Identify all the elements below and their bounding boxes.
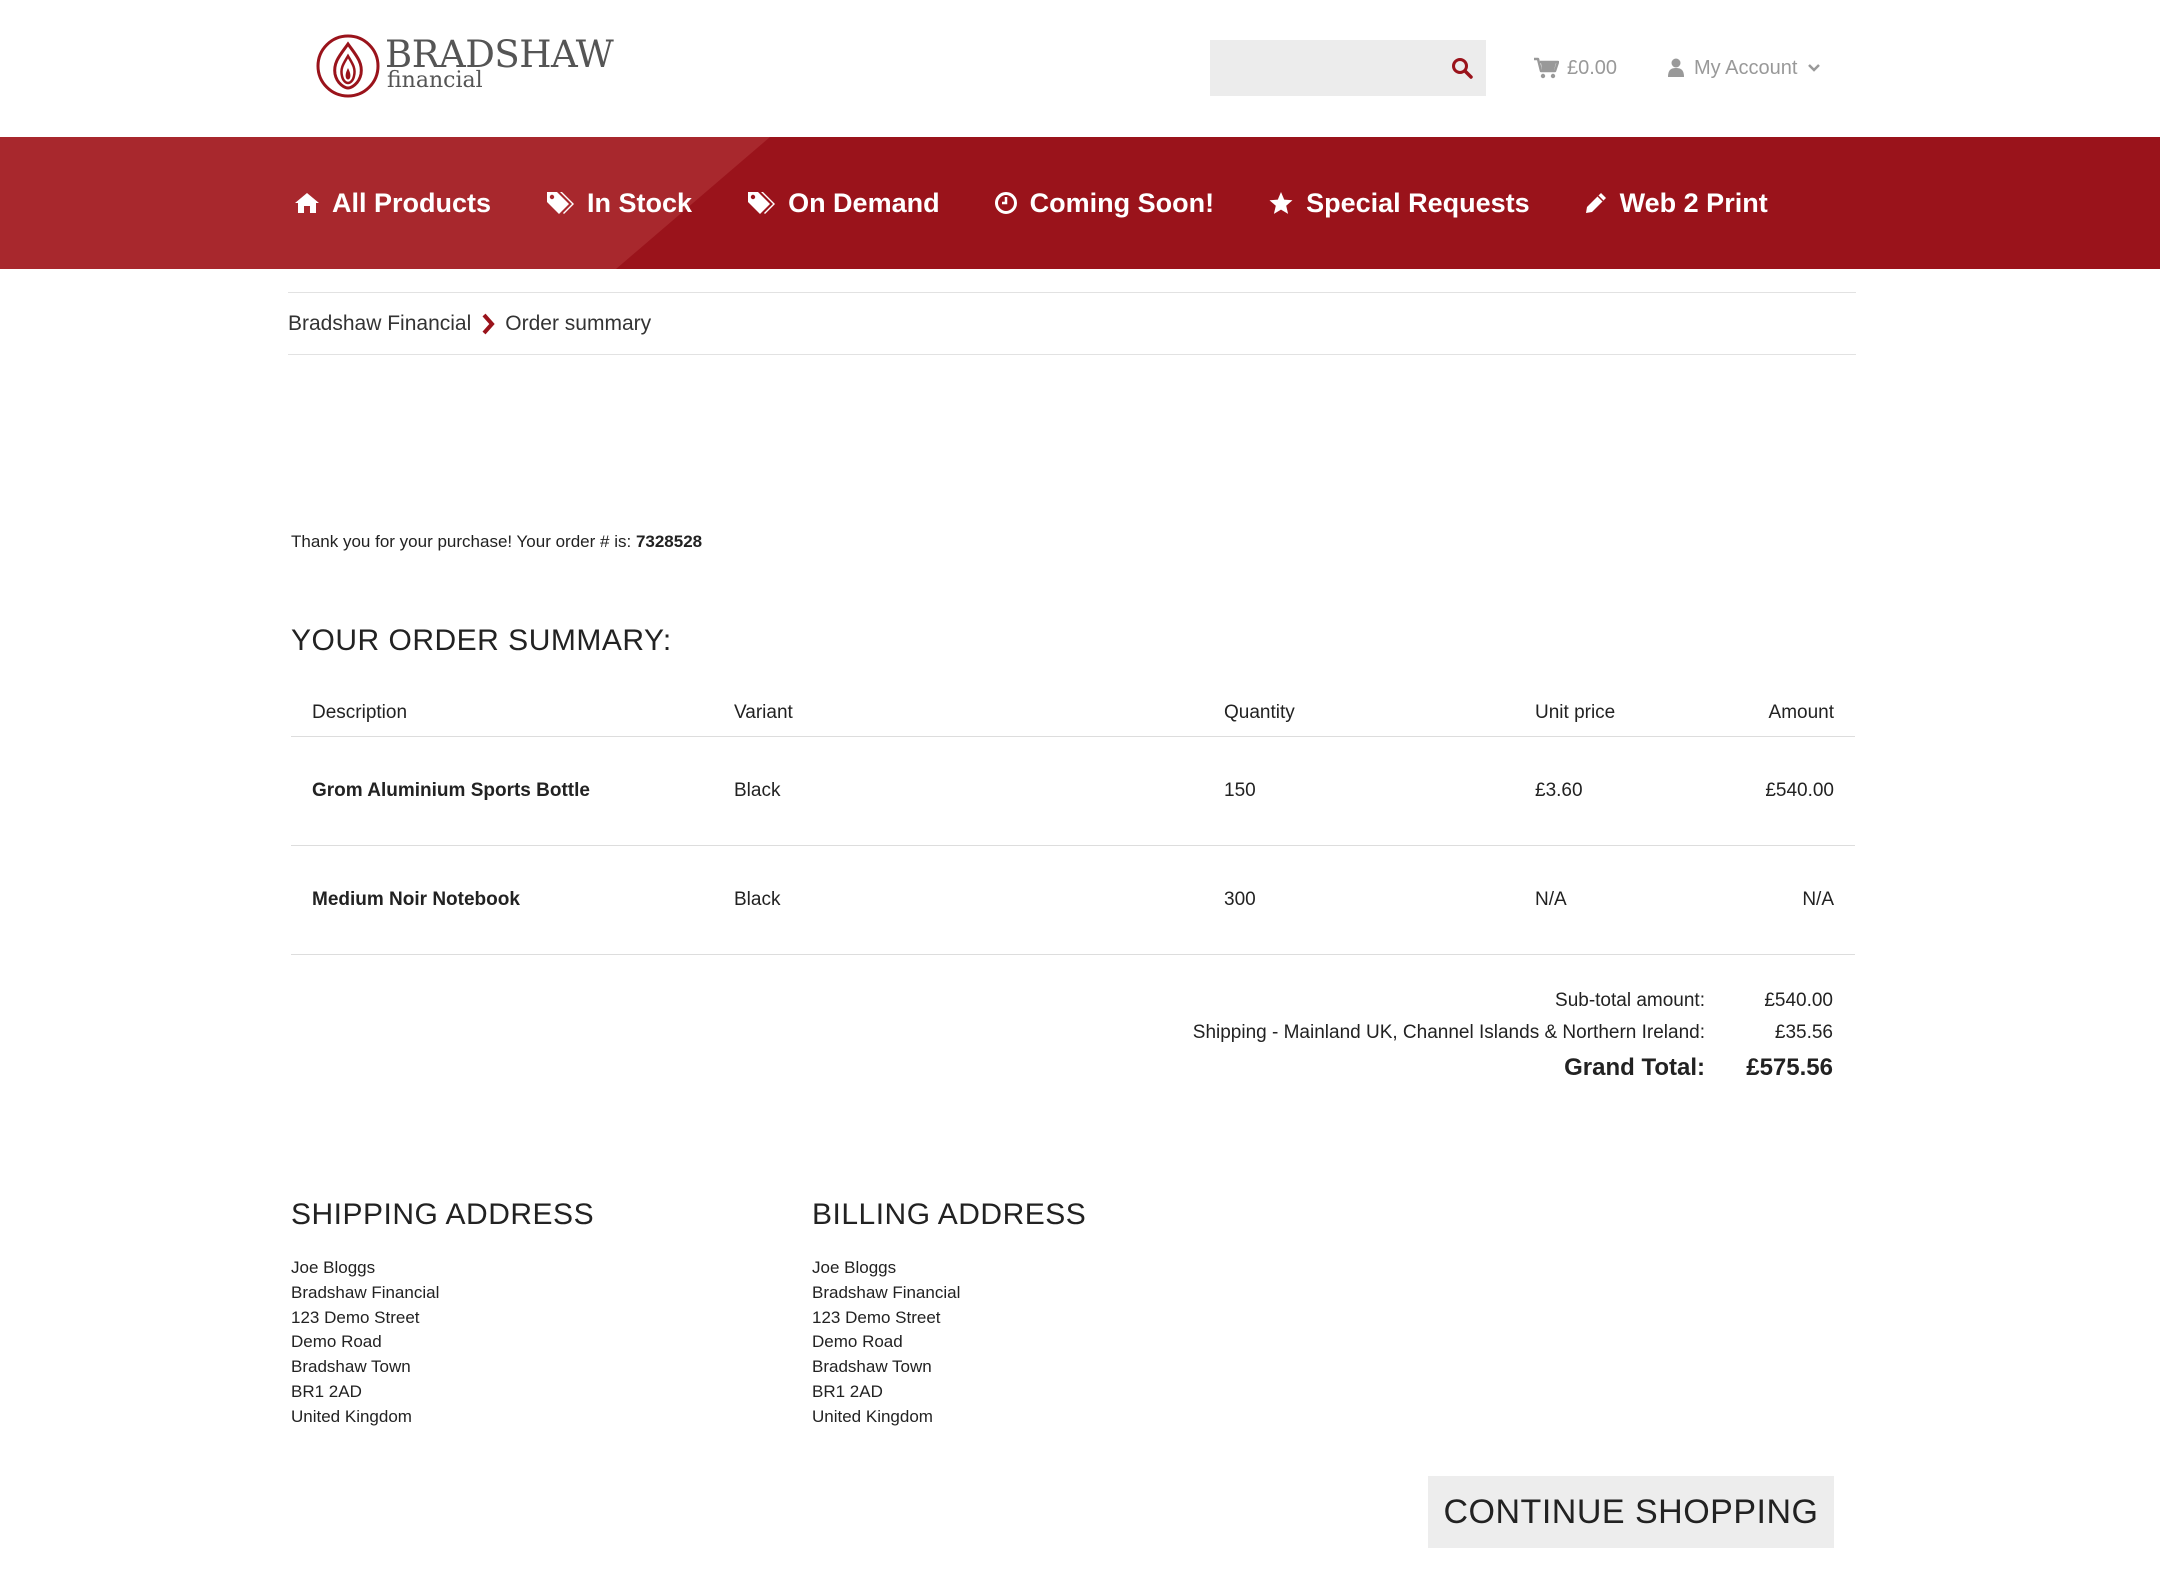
billing-address-title: BILLING ADDRESS [812, 1198, 1087, 1231]
nav-item-in-stock[interactable]: In Stock [545, 188, 692, 219]
search-icon[interactable] [1450, 56, 1474, 80]
item-amount: N/A [1735, 845, 1855, 955]
tags-icon [547, 192, 575, 214]
grand-total-label: Grand Total: [1564, 1054, 1705, 1081]
address-line: Joe Bloggs [812, 1258, 897, 1277]
item-unit-price: N/A [1535, 845, 1735, 955]
item-amount: £540.00 [1735, 736, 1855, 846]
nav-item-label: Special Requests [1306, 187, 1530, 218]
order-items-table: Description Variant Quantity Unit price … [291, 690, 1855, 955]
cart-icon [1534, 57, 1559, 79]
nav-item-label: Web 2 Print [1619, 187, 1768, 218]
nav-item-special-requests[interactable]: Special Requests [1268, 188, 1530, 219]
shipping-address: SHIPPING ADDRESS Joe Bloggs Bradshaw Fin… [291, 1198, 594, 1430]
table-header-row: Description Variant Quantity Unit price … [291, 690, 1855, 737]
address-line: Bradshaw Town [291, 1357, 411, 1377]
nav-item-label: In Stock [587, 187, 693, 218]
address-line: Bradshaw Financial [812, 1282, 961, 1302]
tags-icon [748, 192, 776, 214]
item-description: Grom Aluminium Sports Bottle [291, 736, 734, 846]
home-icon [295, 193, 319, 213]
subtotal-value: £540.00 [1764, 990, 1833, 1011]
site-header: BRADSHAW financial £0.00 My Account [0, 0, 2160, 137]
clock-icon [994, 192, 1017, 214]
item-quantity: 150 [1224, 736, 1535, 846]
column-header-variant: Variant [734, 690, 1224, 737]
breadcrumb-current: Order summary [505, 311, 652, 335]
search-bar [1210, 40, 1486, 96]
chevron-down-icon [1808, 64, 1821, 72]
address-line: BR1 2AD [812, 1381, 883, 1401]
item-unit-price: £3.60 [1535, 736, 1735, 846]
cart-total: £0.00 [1567, 56, 1618, 79]
address-line: United Kingdom [812, 1406, 933, 1426]
cart-button[interactable]: £0.00 [1533, 52, 1617, 84]
nav-item-label: All Products [332, 187, 492, 218]
item-description: Medium Noir Notebook [291, 845, 734, 955]
thank-you-text: Thank you for your purchase! Your order … [291, 532, 632, 551]
column-header-quantity: Quantity [1224, 690, 1535, 737]
address-line: Demo Road [291, 1332, 382, 1352]
star-icon [1269, 192, 1293, 214]
breadcrumb: Bradshaw Financial Order summary [288, 292, 1856, 355]
nav-item-on-demand[interactable]: On Demand [746, 188, 940, 219]
my-account-label: My Account [1694, 56, 1798, 79]
search-input[interactable] [1210, 40, 1430, 96]
item-variant: Black [734, 736, 1224, 846]
address-line: BR1 2AD [291, 1381, 362, 1401]
main-navigation: All Products In Stock On Demand Coming S… [0, 137, 2160, 269]
nav-item-all-products[interactable]: All Products [294, 188, 491, 219]
address-line: 123 Demo Street [291, 1307, 420, 1327]
order-number: 7328528 [635, 532, 703, 551]
bradshaw-logo[interactable]: BRADSHAW financial [315, 32, 614, 102]
thank-you-message: Thank you for your purchase! Your order … [291, 532, 702, 552]
flame-logo-icon [316, 34, 380, 98]
shipping-cost-value: £35.56 [1774, 1022, 1833, 1043]
my-account-menu[interactable]: My Account [1668, 52, 1821, 84]
column-header-description: Description [291, 690, 734, 737]
nav-item-label: Coming Soon! [1029, 187, 1215, 218]
column-header-unit-price: Unit price [1535, 690, 1735, 737]
chevron-right-icon [482, 313, 495, 334]
column-header-amount: Amount [1735, 690, 1855, 737]
address-line: Bradshaw Town [812, 1357, 932, 1377]
nav-item-label: On Demand [788, 187, 940, 218]
logo-tagline: financial [387, 68, 483, 93]
shipping-cost-label: Shipping - Mainland UK, Channel Islands … [1192, 1022, 1705, 1043]
nav-item-web-2-print[interactable]: Web 2 Print [1584, 188, 1768, 219]
grand-total-value: £575.56 [1746, 1054, 1833, 1081]
item-variant: Black [734, 845, 1224, 955]
address-line: Joe Bloggs [291, 1258, 376, 1277]
user-icon [1668, 58, 1684, 77]
nav-item-coming-soon[interactable]: Coming Soon! [994, 188, 1214, 219]
address-line: Bradshaw Financial [291, 1282, 440, 1302]
table-row: Grom Aluminium Sports Bottle Black 150 £… [291, 736, 1855, 846]
pencil-icon [1585, 193, 1606, 213]
billing-address: BILLING ADDRESS Joe Bloggs Bradshaw Fina… [812, 1198, 1086, 1430]
breadcrumb-home-link[interactable]: Bradshaw Financial [288, 312, 471, 336]
address-line: 123 Demo Street [812, 1307, 941, 1327]
order-summary-title: YOUR ORDER SUMMARY: [291, 624, 672, 657]
address-line: Demo Road [812, 1332, 903, 1352]
table-row: Medium Noir Notebook Black 300 N/A N/A [291, 845, 1855, 955]
item-quantity: 300 [1224, 845, 1535, 955]
subtotal-label: Sub-total amount: [1555, 990, 1705, 1011]
shipping-address-title: SHIPPING ADDRESS [291, 1198, 595, 1231]
order-totals: Sub-total amount: £540.00 Shipping - Mai… [1193, 990, 1833, 1082]
address-line: United Kingdom [291, 1406, 412, 1426]
continue-shopping-button[interactable]: CONTINUE SHOPPING [1428, 1476, 1834, 1548]
